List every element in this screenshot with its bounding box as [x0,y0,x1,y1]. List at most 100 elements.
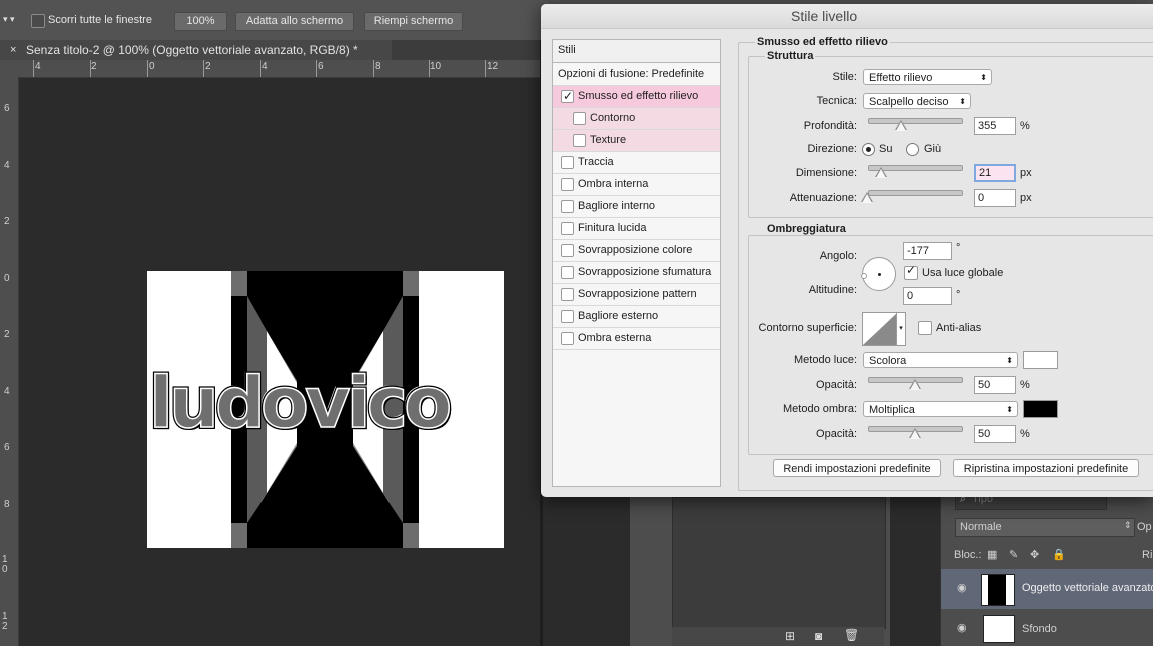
style-item-inner-glow[interactable]: Bagliore interno [553,196,720,218]
styles-header[interactable]: Stili [553,40,720,63]
eye-icon[interactable]: ◉ [957,621,967,634]
v-tick: 0 [4,273,10,284]
make-default-button[interactable]: Rendi impostazioni predefinite [773,459,941,477]
document-canvas[interactable]: ludovico ludovico [147,271,504,548]
lock-icon[interactable]: 🔒 [1052,548,1066,561]
style-item-label: Contorno [590,112,636,124]
fill-screen-button[interactable]: Riempi schermo [364,12,463,31]
properties-panel: ⊞ ◙ 🗑 [630,480,890,646]
blend-options-label: Opzioni di fusione: Predefinite [558,68,705,80]
style-item-stroke[interactable]: Traccia [553,152,720,174]
size-input[interactable]: 21 [974,164,1016,182]
soften-label: Attenuazione: [789,192,857,204]
lock-pixels-icon[interactable]: ▦ [987,548,997,561]
bevel-title: Smusso ed effetto rilievo [755,36,890,48]
blend-options-item[interactable]: Opzioni di fusione: Predefinite [553,64,720,86]
direction-down-radio[interactable] [906,143,919,156]
color-overlay-checkbox[interactable] [561,244,574,257]
style-item-inner-shadow[interactable]: Ombra interna [553,174,720,196]
document-tab[interactable]: × Senza titolo-2 @ 100% (Oggetto vettori… [0,40,392,60]
style-item-outer-glow[interactable]: Bagliore esterno [553,306,720,328]
style-item-label: Bagliore interno [578,200,656,212]
brush-icon[interactable]: ✎ [1009,548,1018,561]
depth-input[interactable]: 355 [974,117,1016,135]
technique-select[interactable]: Scalpello deciso ⬍ [863,93,971,109]
shadow-mode-select[interactable]: Moltiplica ⬍ [863,401,1018,417]
contour-dropdown[interactable]: ▾ [896,312,906,346]
angle-label: Angolo: [819,250,857,262]
h-tick: 6 [318,61,324,72]
panel-inner [672,497,886,629]
scroll-all-checkbox[interactable] [31,14,45,28]
angle-dial[interactable] [861,257,896,291]
horizontal-ruler[interactable]: 4 2 0 2 4 6 8 10 12 [18,60,540,78]
add-layer-icon[interactable]: ⊞ [785,629,795,643]
style-item-satin[interactable]: Finitura lucida [553,218,720,240]
style-item-label: Texture [590,134,627,146]
style-item-gradient-overlay[interactable]: Sovrapposizione sfumatura [553,262,720,284]
close-tab-icon[interactable]: × [10,40,16,60]
style-item-bevel[interactable]: ✓ Smusso ed effetto rilievo [553,86,720,108]
style-item-pattern-overlay[interactable]: Sovrapposizione pattern [553,284,720,306]
highlight-mode-select[interactable]: Scolora ⬍ [863,352,1018,368]
direction-up-radio[interactable] [862,143,875,156]
satin-checkbox[interactable] [561,222,574,235]
soften-slider[interactable] [868,190,963,196]
style-item-drop-shadow[interactable]: Ombra esterna [553,328,720,350]
gloss-contour-picker[interactable] [862,312,898,346]
trash-icon[interactable]: 🗑 [844,628,859,642]
pattern-overlay-checkbox[interactable] [561,288,574,301]
altitude-input[interactable]: 0 [903,287,952,305]
soften-input[interactable]: 0 [974,189,1016,207]
gradient-overlay-checkbox[interactable] [561,266,574,279]
dialog-title: Stile livello [791,8,858,24]
angle-degree: ° [956,242,961,254]
vertical-ruler[interactable]: 6 4 2 0 2 4 6 8 10 12 [0,77,19,646]
style-item-label: Bagliore esterno [578,310,659,322]
outer-glow-checkbox[interactable] [561,310,574,323]
layer-row[interactable]: ◉ Sfondo [941,611,1153,646]
chevron-updown-icon: ⬍ [959,97,966,106]
fit-screen-button[interactable]: Adatta allo schermo [235,12,354,31]
v-tick: 10 [2,554,8,575]
v-tick: 6 [4,442,10,453]
v-tick: 2 [4,216,10,227]
style-item-texture[interactable]: Texture [553,130,720,152]
direction-down-label: Giù [924,143,942,155]
inner-glow-checkbox[interactable] [561,200,574,213]
depth-slider[interactable] [868,118,963,124]
camera-icon[interactable]: ◙ [815,629,822,643]
eye-icon[interactable]: ◉ [957,581,967,594]
ruler-corner[interactable] [0,60,18,77]
antialias-checkbox[interactable] [918,321,932,335]
style-item-label: Traccia [578,156,614,168]
blend-mode-select[interactable]: Normale ⇕ [955,518,1135,537]
texture-checkbox[interactable] [573,134,586,147]
highlight-opacity-input[interactable]: 50 [974,376,1016,394]
stroke-checkbox[interactable] [561,156,574,169]
style-select[interactable]: Effetto rilievo ⬍ [863,69,992,85]
bevel-checkbox[interactable]: ✓ [561,89,574,103]
contour-checkbox[interactable] [573,112,586,125]
global-light-checkbox[interactable]: ✓ [904,263,918,280]
shadow-opacity-input[interactable]: 50 [974,425,1016,443]
angle-input[interactable]: -177 [903,242,952,260]
inner-shadow-checkbox[interactable] [561,178,574,191]
zoom-100-button[interactable]: 100% [174,12,227,31]
drop-shadow-checkbox[interactable] [561,332,574,345]
shadow-mode-label: Metodo ombra: [783,403,857,415]
reset-default-button[interactable]: Ripristina impostazioni predefinite [953,459,1139,477]
style-item-contour[interactable]: Contorno [553,108,720,130]
v-tick: 12 [2,611,8,632]
technique-select-value: Scalpello deciso [869,96,949,108]
style-item-label: Finitura lucida [578,222,647,234]
contour-preview-icon [863,313,897,345]
shadow-color-swatch[interactable] [1023,400,1058,418]
layer-row[interactable]: ◉ Oggetto vettoriale avanzato [941,569,1153,609]
move-icon[interactable]: ✥ [1030,548,1039,561]
tool-dropdown-icon[interactable]: ▾ ▾ [3,14,15,25]
highlight-color-swatch[interactable] [1023,351,1058,369]
styles-list: Stili Opzioni di fusione: Predefinite ✓ … [552,39,721,487]
style-item-color-overlay[interactable]: Sovrapposizione colore [553,240,720,262]
direction-label: Direzione: [807,143,857,155]
